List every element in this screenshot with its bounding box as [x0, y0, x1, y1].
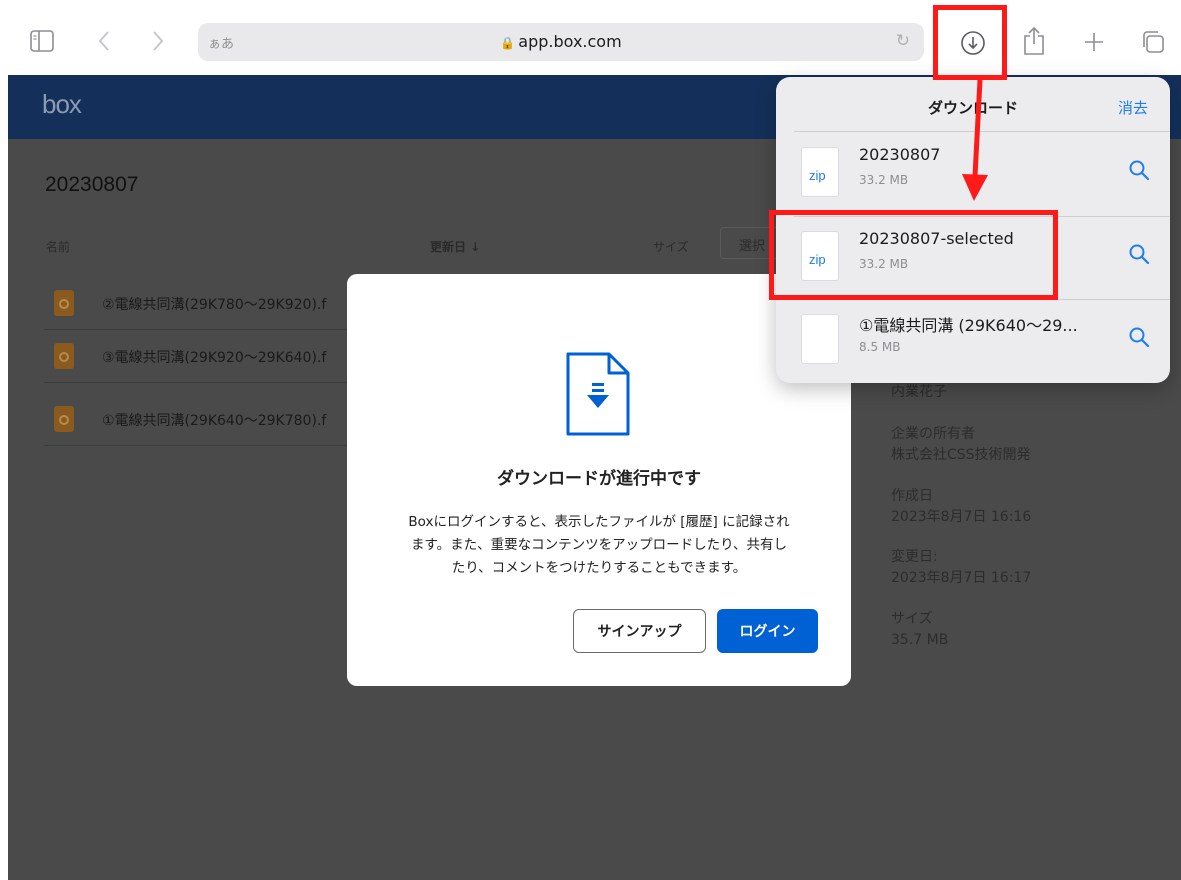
file-name[interactable]: ③電線共同溝(29K920～29K640).f	[102, 347, 326, 367]
share-icon[interactable]	[1023, 26, 1045, 56]
file-download-icon	[565, 351, 631, 441]
annotation-highlight-item	[769, 210, 1058, 300]
created-label: 作成日	[891, 488, 933, 504]
folder-title: 20230807	[45, 173, 139, 196]
owner-name: 内業花子	[891, 384, 947, 400]
created-value: 2023年8月7日 16:16	[891, 509, 1032, 525]
url-text: app.box.com	[518, 32, 622, 51]
dialog-body-line: Boxにログインすると、表示したファイルが [履歴] に記録され	[408, 514, 790, 530]
size-value: 35.7 MB	[891, 632, 949, 648]
dialog-body-line: ます。また、重要なコンテンツをアップロードしたり、共有し	[410, 537, 788, 553]
blank-file-icon	[801, 314, 839, 364]
download-size: 33.2 MB	[859, 173, 909, 187]
dialog-title: ダウンロードが進行中です	[497, 469, 701, 489]
magnifier-icon[interactable]	[1128, 159, 1150, 185]
modified-value: 2023年8月7日 16:17	[891, 570, 1032, 586]
enterprise-owner-label: 企業の所有者	[891, 426, 975, 442]
reload-icon[interactable]: ↻	[896, 31, 910, 51]
tabs-icon[interactable]	[1141, 30, 1165, 54]
download-size: 8.5 MB	[859, 340, 901, 354]
file-type-icon	[54, 406, 74, 432]
dialog-body-line: たり、コメントをつけたりすることもできます。	[451, 560, 747, 576]
signup-button[interactable]: サインアップ	[573, 609, 706, 653]
dialog-body: Boxにログインすると、表示したファイルが [履歴] に記録され ます。また、重…	[367, 511, 831, 580]
download-item[interactable]: ①電線共同溝 (29K640～29... 8.5 MB	[776, 300, 1170, 384]
file-row[interactable]: ③電線共同溝(29K920～29K640).f	[44, 330, 364, 383]
annotation-arrow-icon	[962, 80, 988, 201]
login-button[interactable]: ログイン	[717, 609, 818, 653]
file-row[interactable]: ①電線共同溝(29K640～29K780).f	[44, 393, 364, 446]
forward-chevron-icon[interactable]	[151, 30, 165, 52]
download-name: ①電線共同溝 (29K640～29...	[859, 316, 1078, 335]
plus-icon[interactable]	[1083, 31, 1105, 53]
column-modified[interactable]: 更新日 ↓	[430, 238, 480, 255]
column-size[interactable]: サイズ	[653, 238, 689, 255]
lock-icon: 🔒	[500, 36, 516, 50]
enterprise-owner-value: 株式会社CSS技術開発	[891, 447, 1031, 463]
magnifier-icon[interactable]	[1128, 243, 1150, 269]
clear-downloads-button[interactable]: 消去	[1118, 97, 1148, 118]
box-logo: box	[42, 89, 82, 119]
download-name: 20230807	[859, 145, 941, 164]
file-name[interactable]: ②電線共同溝(29K780～29K920).f	[102, 294, 326, 314]
file-row[interactable]: ②電線共同溝(29K780～29K920).f	[44, 277, 364, 330]
zip-file-icon: zip	[801, 147, 839, 197]
sidebar-icon[interactable]	[30, 30, 54, 52]
magnifier-icon[interactable]	[1128, 326, 1150, 352]
file-type-icon	[54, 290, 74, 316]
url-display[interactable]: 🔒 app.box.com	[198, 32, 924, 51]
modified-label: 変更日:	[891, 549, 938, 565]
annotation-highlight-downloads	[933, 5, 1007, 80]
back-chevron-icon[interactable]	[97, 30, 111, 52]
file-name[interactable]: ①電線共同溝(29K640～29K780).f	[102, 410, 326, 430]
column-name[interactable]: 名前	[46, 238, 70, 255]
address-bar[interactable]: ぁあ 🔒 app.box.com ↻	[198, 23, 924, 61]
file-type-icon	[54, 343, 74, 369]
size-label: サイズ	[891, 611, 933, 627]
